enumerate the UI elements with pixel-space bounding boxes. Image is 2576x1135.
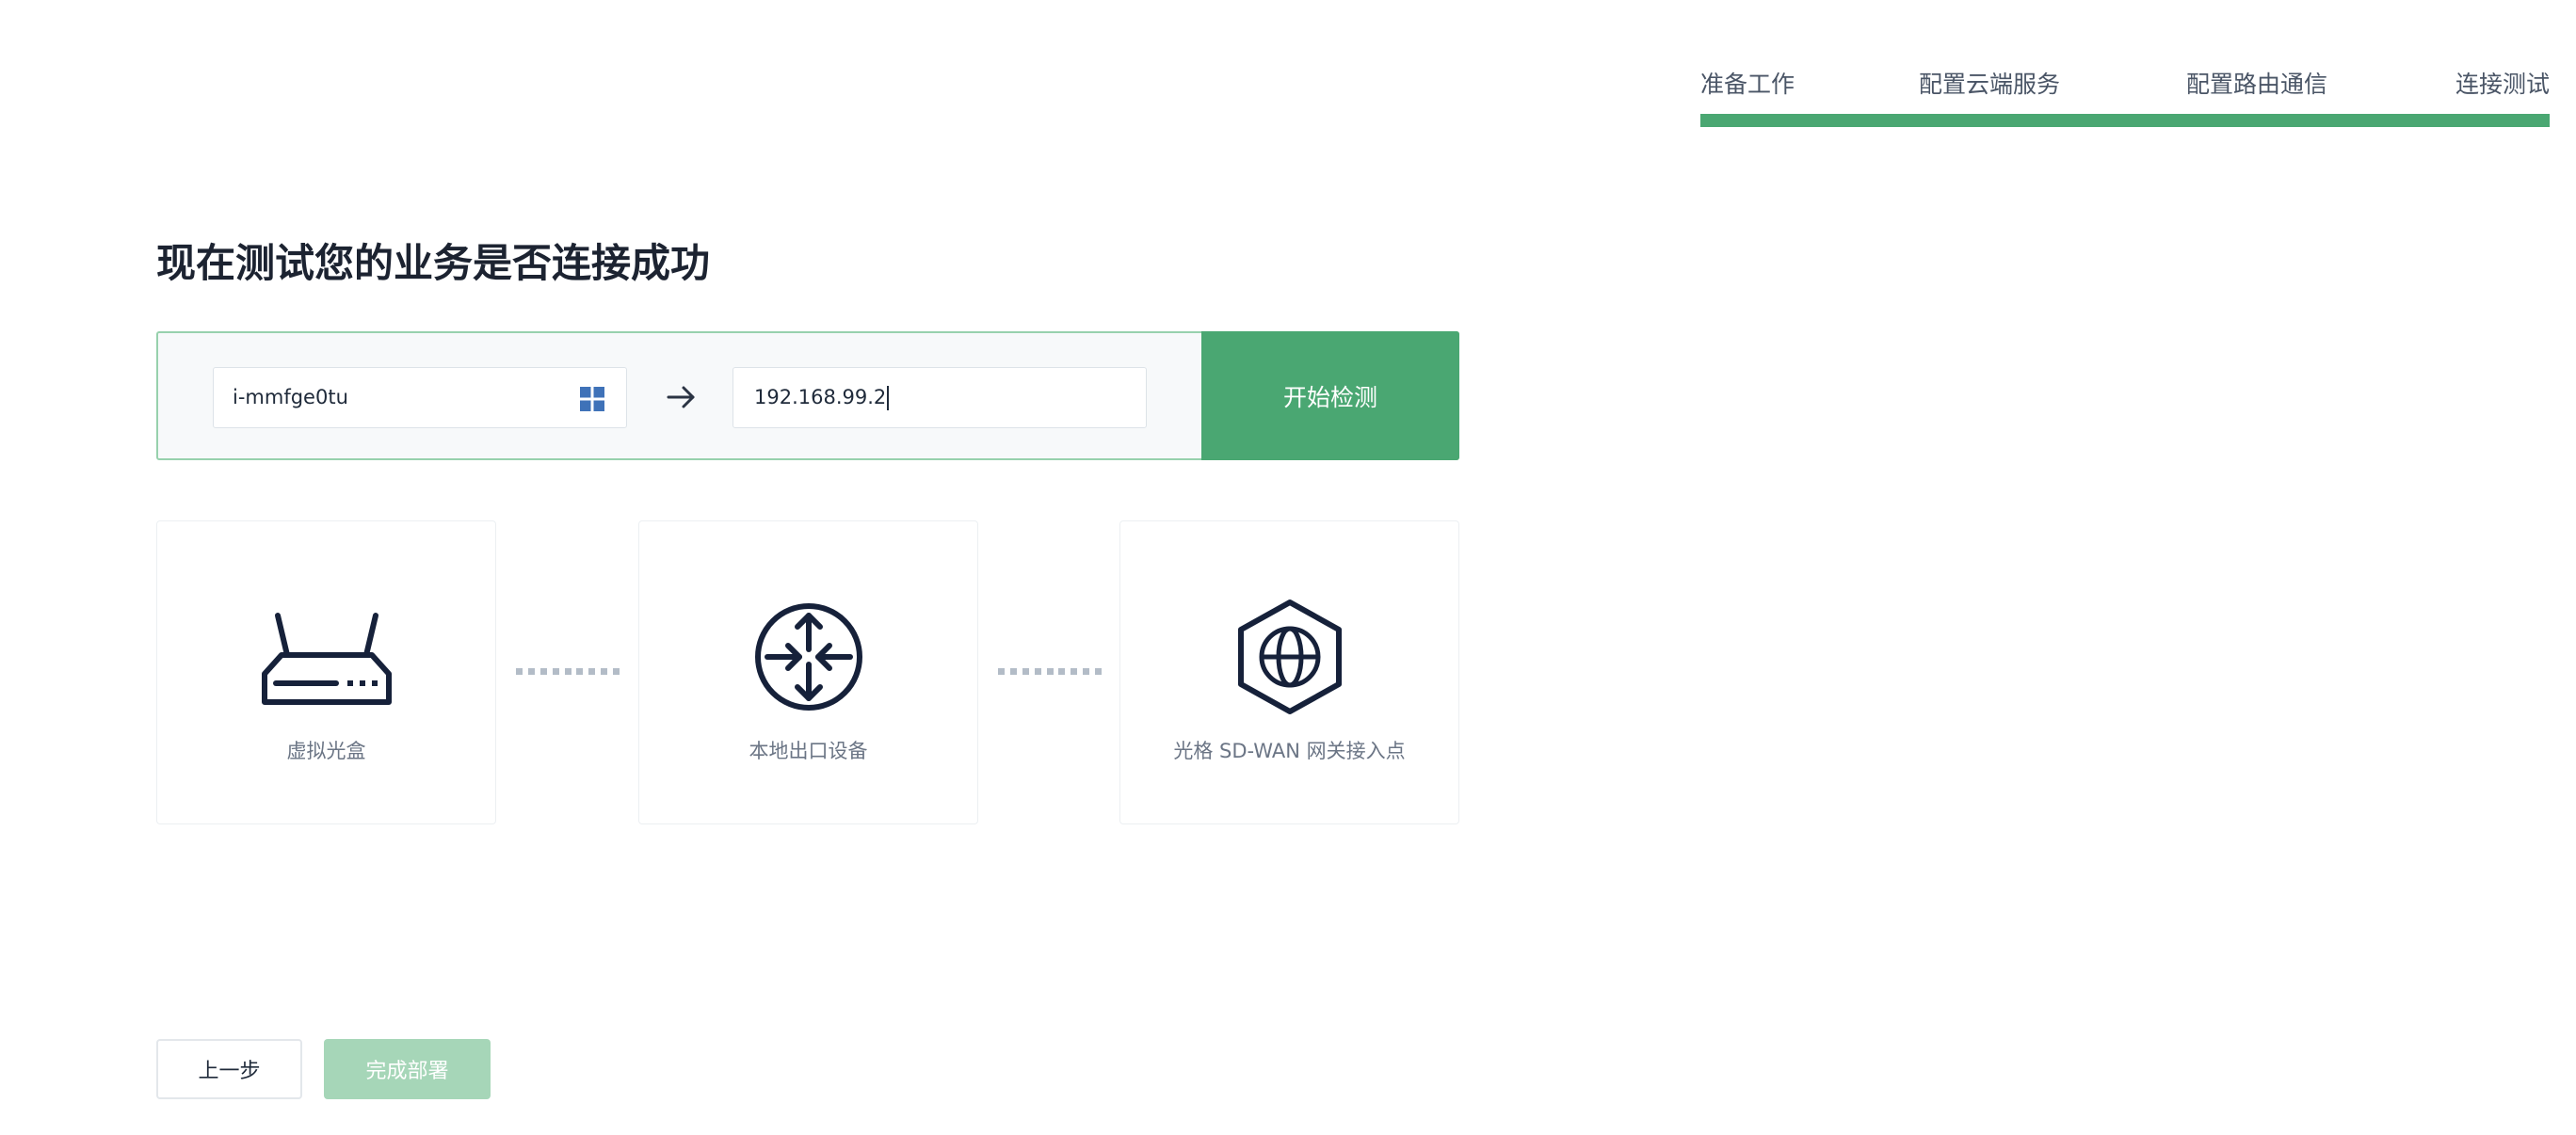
step-progress-bar: [1700, 114, 2550, 127]
step-connection-test[interactable]: 连接测试: [2455, 66, 2550, 100]
gateway-icon: [754, 603, 862, 711]
router-icon: [261, 613, 392, 705]
node-label-sdwan-gateway: 光格 SD-WAN 网关接入点: [1173, 740, 1406, 762]
node-card-virtual-box: 虚拟光盒: [156, 520, 496, 824]
previous-step-button[interactable]: 上一步: [156, 1039, 302, 1099]
connector-dots-1: [516, 668, 620, 676]
arrow-right-icon: [667, 386, 695, 408]
node-label-local-exit: 本地出口设备: [749, 740, 868, 762]
connection-test-panel: i-mmfge0tu 192.168.99.2 开始检测: [156, 331, 1459, 460]
connector-dots-2: [998, 668, 1102, 676]
start-test-button[interactable]: 开始检测: [1201, 331, 1459, 460]
source-instance-field[interactable]: i-mmfge0tu: [213, 367, 627, 428]
step-prepare[interactable]: 准备工作: [1700, 66, 1795, 100]
target-ip-value: 192.168.99.2: [754, 386, 887, 408]
target-ip-field[interactable]: 192.168.99.2: [733, 367, 1147, 428]
page-title: 现在测试您的业务是否连接成功: [156, 240, 711, 286]
node-label-virtual-box: 虚拟光盒: [286, 740, 366, 762]
node-card-sdwan-gateway: 光格 SD-WAN 网关接入点: [1119, 520, 1459, 824]
globe-hexagon-icon: [1237, 599, 1342, 714]
node-card-local-exit: 本地出口设备: [638, 520, 978, 824]
step-routing[interactable]: 配置路由通信: [2186, 66, 2327, 100]
source-instance-value: i-mmfge0tu: [233, 386, 348, 408]
step-cloud-service[interactable]: 配置云端服务: [1919, 66, 2060, 100]
step-progress-fill: [1700, 114, 2550, 127]
text-caret: [887, 386, 890, 410]
finish-deployment-button[interactable]: 完成部署: [324, 1039, 491, 1099]
windows-icon[interactable]: [580, 387, 604, 411]
